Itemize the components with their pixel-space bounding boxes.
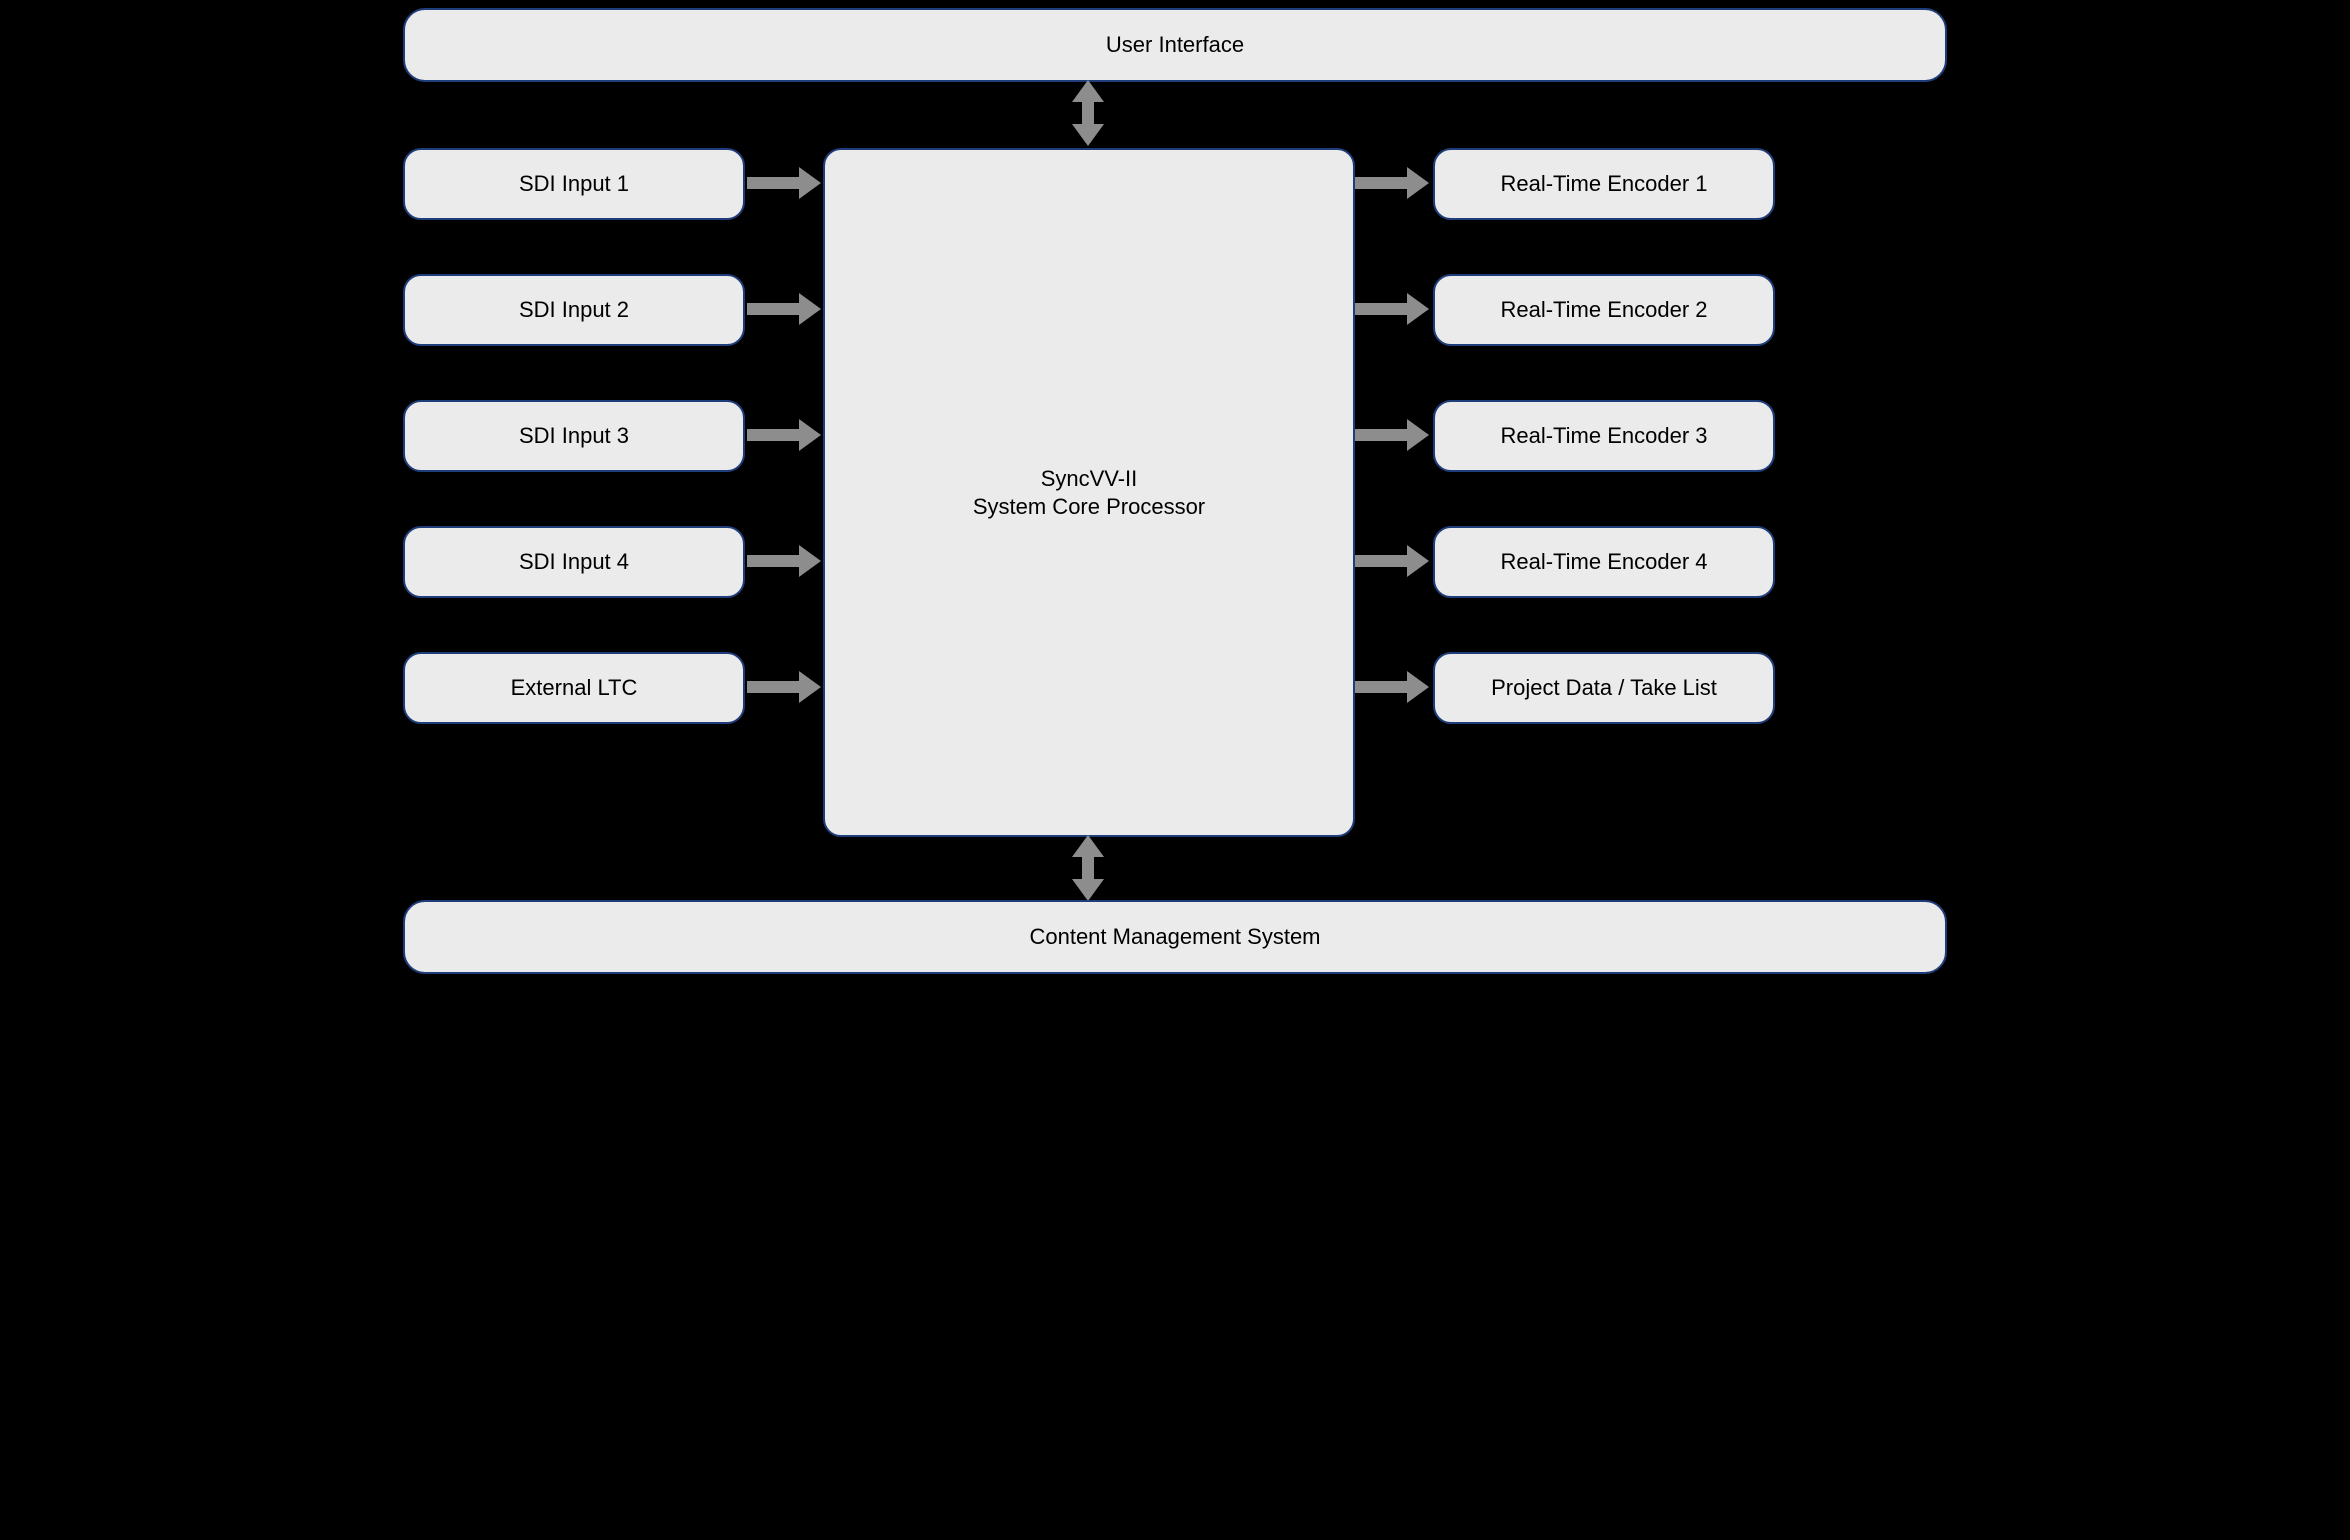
arrow-right-icon (1355, 166, 1429, 200)
box-label: Real-Time Encoder 2 (1500, 296, 1707, 324)
arrow-right-icon (1355, 670, 1429, 704)
arrow-right-icon (747, 544, 821, 578)
box-label: Real-Time Encoder 1 (1500, 170, 1707, 198)
core-processor-box: SyncVV-II System Core Processor (823, 148, 1355, 837)
box-label: SDI Input 4 (519, 548, 629, 576)
box-label: SDI Input 1 (519, 170, 629, 198)
sdi-input-2-box: SDI Input 2 (403, 274, 745, 346)
box-label: Real-Time Encoder 4 (1500, 548, 1707, 576)
content-management-box: Content Management System (403, 900, 1947, 974)
encoder-1-box: Real-Time Encoder 1 (1433, 148, 1775, 220)
sdi-input-4-box: SDI Input 4 (403, 526, 745, 598)
encoder-4-box: Real-Time Encoder 4 (1433, 526, 1775, 598)
arrow-right-icon (747, 166, 821, 200)
encoder-3-box: Real-Time Encoder 3 (1433, 400, 1775, 472)
encoder-2-box: Real-Time Encoder 2 (1433, 274, 1775, 346)
box-label: Real-Time Encoder 3 (1500, 422, 1707, 450)
arrow-right-icon (1355, 544, 1429, 578)
arrow-right-icon (747, 292, 821, 326)
box-label: SDI Input 3 (519, 422, 629, 450)
bidir-arrow-icon (1071, 835, 1105, 901)
box-label: Project Data / Take List (1491, 674, 1717, 702)
user-interface-label: User Interface (1106, 31, 1244, 59)
bidir-arrow-icon (1071, 80, 1105, 146)
project-data-box: Project Data / Take List (1433, 652, 1775, 724)
external-ltc-box: External LTC (403, 652, 745, 724)
user-interface-box: User Interface (403, 8, 1947, 82)
sdi-input-1-box: SDI Input 1 (403, 148, 745, 220)
arrow-right-icon (1355, 292, 1429, 326)
diagram-canvas: User Interface SyncVV-II System Core Pro… (391, 0, 1959, 1028)
arrow-right-icon (747, 418, 821, 452)
box-label: External LTC (511, 674, 638, 702)
box-label: SDI Input 2 (519, 296, 629, 324)
arrow-right-icon (747, 670, 821, 704)
content-management-label: Content Management System (1029, 923, 1320, 951)
core-line2: System Core Processor (973, 494, 1205, 519)
sdi-input-3-box: SDI Input 3 (403, 400, 745, 472)
core-line1: SyncVV-II (1041, 466, 1138, 491)
arrow-right-icon (1355, 418, 1429, 452)
